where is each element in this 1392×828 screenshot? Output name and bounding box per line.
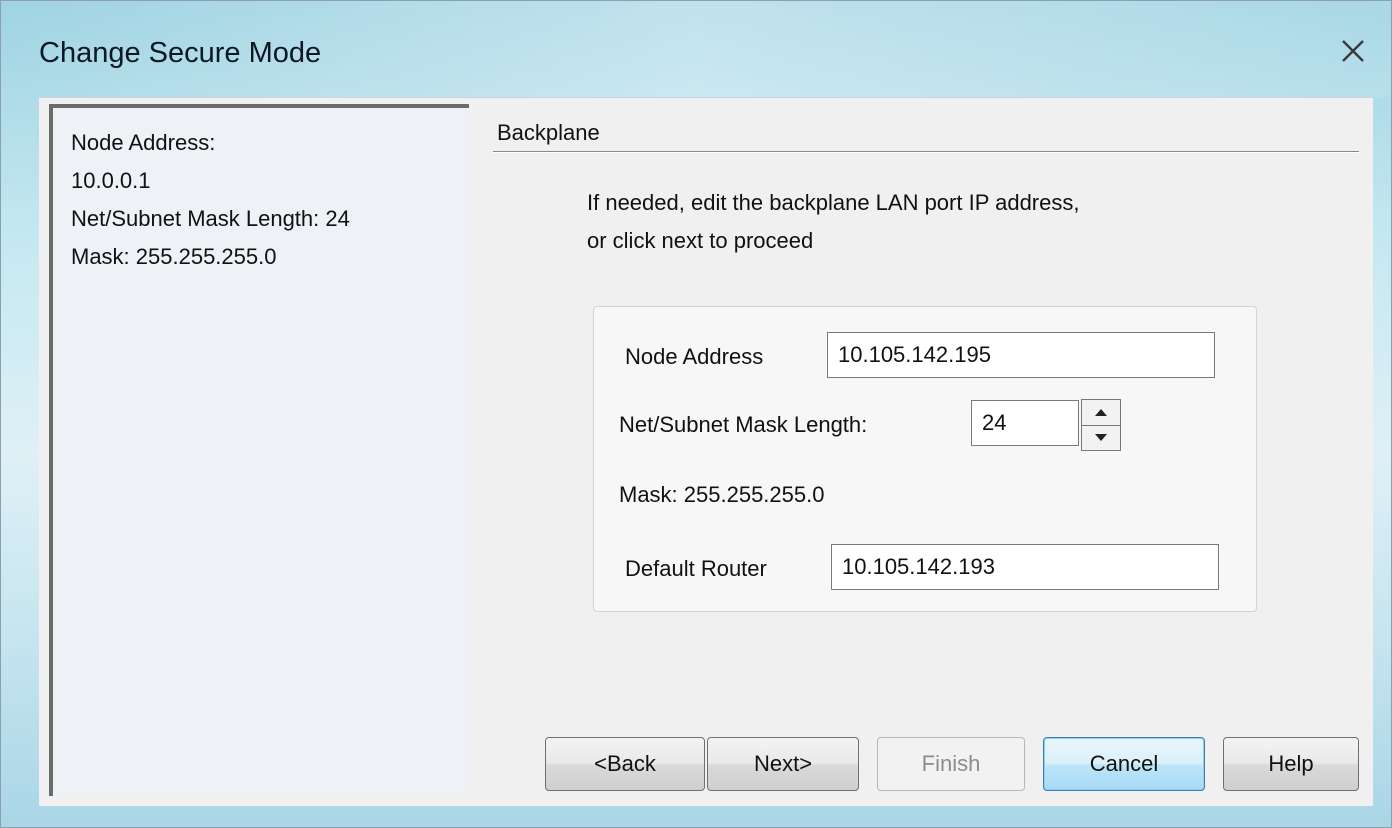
mask-length-input[interactable] — [971, 400, 1079, 446]
back-button[interactable]: <Back — [545, 737, 705, 791]
info-node-address-value: 10.0.0.1 — [71, 168, 151, 193]
finish-button[interactable]: Finish — [877, 737, 1025, 791]
default-router-label: Default Router — [625, 556, 767, 581]
mask-length-stepper[interactable] — [1081, 399, 1121, 451]
stepper-down-button[interactable] — [1082, 425, 1120, 450]
instruction-line-2: or click next to proceed — [587, 228, 814, 253]
triangle-up-icon — [1095, 409, 1107, 416]
info-mask-length: Net/Subnet Mask Length: 24 — [71, 206, 350, 231]
node-address-label: Node Address — [625, 344, 764, 369]
section-divider — [493, 151, 1359, 153]
close-icon — [1342, 40, 1364, 62]
dialog-window: Change Secure Mode Node Address: 10.0.0.… — [0, 0, 1392, 828]
default-router-input[interactable] — [831, 544, 1219, 590]
section-title: Backplane — [497, 120, 600, 145]
help-button[interactable]: Help — [1223, 737, 1359, 791]
window-title: Change Secure Mode — [39, 37, 322, 69]
cancel-button[interactable]: Cancel — [1043, 737, 1205, 791]
info-mask: Mask: 255.255.255.0 — [71, 244, 277, 269]
info-node-address-label: Node Address: — [71, 130, 216, 155]
node-address-input[interactable] — [827, 332, 1215, 378]
stepper-up-button[interactable] — [1082, 400, 1120, 426]
node-info-panel: Node Address: 10.0.0.1 Net/Subnet Mask L… — [49, 104, 469, 796]
next-button[interactable]: Next> — [707, 737, 859, 791]
mask-length-label: Net/Subnet Mask Length: — [619, 412, 868, 437]
close-button[interactable] — [1331, 29, 1375, 73]
dialog-body: Node Address: 10.0.0.1 Net/Subnet Mask L… — [39, 97, 1373, 806]
instruction-line-1: If needed, edit the backplane LAN port I… — [587, 190, 1080, 215]
mask-value-text: Mask: 255.255.255.0 — [619, 482, 825, 507]
triangle-down-icon — [1095, 434, 1107, 441]
